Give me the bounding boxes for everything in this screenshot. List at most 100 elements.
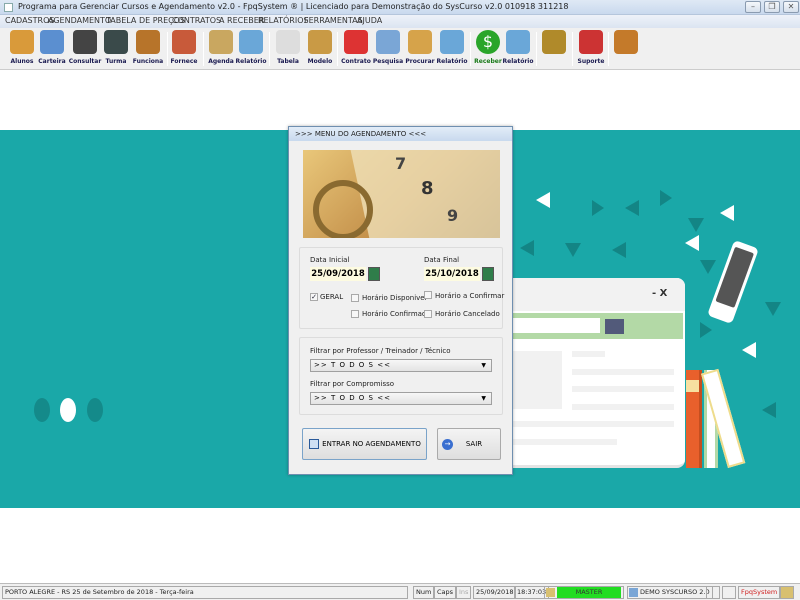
- toolbar-button-relatrio[interactable]: Relatório: [436, 30, 468, 68]
- triangle-shape: [700, 322, 712, 338]
- status-location: PORTO ALEGRE - RS 25 de Setembro de 2018…: [2, 586, 408, 599]
- monitor-icon: [104, 30, 128, 54]
- phone-icon: [707, 239, 759, 325]
- triangle-shape: [592, 200, 604, 216]
- geral-label: GERAL: [320, 293, 344, 301]
- data-inicial-input[interactable]: 25/09/2018: [310, 267, 366, 281]
- horario-disponivel-checkbox[interactable]: [351, 294, 359, 302]
- window-icon: [309, 439, 319, 449]
- data-final-label: Data Final: [424, 256, 460, 264]
- title-bar: Programa para Gerenciar Cursos e Agendam…: [0, 0, 800, 15]
- status-brand: FpqSystem: [738, 586, 781, 599]
- triangle-shape: [520, 240, 534, 256]
- toolbar-button-funciona[interactable]: Funciona: [132, 30, 164, 68]
- date-filter-group: Data Inicial 25/09/2018 Data Final 25/10…: [299, 247, 505, 329]
- toolbar-button-modelo[interactable]: Modelo: [304, 30, 336, 68]
- data-final-input[interactable]: 25/10/2018: [424, 267, 480, 281]
- status-company-name: DEMO SYSCURSO 2.0: [640, 588, 710, 596]
- triangle-shape: [660, 190, 672, 206]
- triangle-shape: [720, 205, 734, 221]
- status-num: Num: [413, 586, 435, 599]
- horario-cancelado-checkbox[interactable]: [424, 310, 432, 318]
- triangle-shape: [742, 342, 756, 358]
- toolbar-button-relatrio[interactable]: Relatório: [235, 30, 267, 68]
- computer-icon[interactable]: [722, 586, 736, 599]
- printer-icon[interactable]: [706, 586, 720, 599]
- menu-bar: CADASTROS AGENDAMENTO TABELA DE PREÇOS C…: [0, 15, 800, 28]
- toolbar-button-exit-door[interactable]: [610, 30, 642, 68]
- user-icon: [780, 586, 794, 599]
- dot-icon: [60, 398, 76, 422]
- minimize-button[interactable]: –: [745, 1, 761, 13]
- status-date: 25/09/2018: [473, 586, 517, 599]
- triangle-shape: [700, 260, 716, 274]
- status-bar: PORTO ALEGRE - RS 25 de Setembro de 2018…: [0, 583, 800, 600]
- file-box-icon: [408, 30, 432, 54]
- id-card-icon: [40, 30, 64, 54]
- triangle-shape: [536, 192, 550, 208]
- toolbar: Alunos Carteira Consultar Turma Funciona Forn…: [0, 28, 800, 70]
- status-caps: Caps: [434, 586, 457, 599]
- status-user: MASTER: [544, 586, 624, 599]
- triangle-shape: [625, 200, 639, 216]
- restore-button[interactable]: ❐: [764, 1, 780, 13]
- calendar-photo: 7 8 9: [303, 150, 500, 238]
- professor-select[interactable]: >> T O D O S << ▼: [310, 359, 492, 372]
- triangle-shape: [762, 402, 776, 418]
- horario-a-confirmar-checkbox[interactable]: [424, 291, 432, 299]
- status-company: DEMO SYSCURSO 2.0: [627, 586, 713, 599]
- calendar-icon[interactable]: [482, 267, 494, 281]
- filter-professor-label: Filtrar por Professor / Treinador / Técn…: [310, 347, 451, 355]
- calendar-icon[interactable]: [368, 267, 380, 281]
- support-icon: [579, 30, 603, 54]
- toolbar-button-suporte[interactable]: Suporte: [575, 30, 607, 68]
- status-user-name: MASTER: [557, 587, 621, 598]
- coins-icon: [542, 30, 566, 54]
- triangle-shape: [612, 242, 626, 258]
- illustration-window: - X: [512, 278, 685, 468]
- close-button[interactable]: ✕: [783, 1, 799, 13]
- book-icon: [686, 370, 702, 468]
- dot-icon: [87, 398, 103, 422]
- sair-label: SAIR: [465, 440, 483, 448]
- menu-relatorios[interactable]: RELATÓRIOS: [258, 16, 309, 25]
- user-icon: [546, 588, 555, 597]
- students-icon: [10, 30, 34, 54]
- filter-group: Filtrar por Professor / Treinador / Técn…: [299, 337, 503, 415]
- filter-compromisso-label: Filtrar por Compromisso: [310, 380, 395, 388]
- compromisso-select-value: >> T O D O S <<: [314, 394, 391, 402]
- horario-a-confirmar-label: Horário a Confirmar: [435, 292, 505, 300]
- menu-ferramentas[interactable]: FERRAMENTAS: [304, 16, 363, 25]
- professor-select-value: >> T O D O S <<: [314, 361, 391, 369]
- triangle-shape: [688, 218, 704, 232]
- triangle-shape: [765, 302, 781, 316]
- horario-confirmado-checkbox[interactable]: [351, 310, 359, 318]
- toolbar-button-fornece[interactable]: Fornece: [168, 30, 200, 68]
- illustration-controls: - X: [652, 288, 668, 299]
- printer-icon: [239, 30, 263, 54]
- horario-disponivel-label: Horário Disponivel: [362, 294, 427, 302]
- menu-ajuda[interactable]: AJUDA: [357, 16, 382, 25]
- printer-icon: [440, 30, 464, 54]
- compromisso-select[interactable]: >> T O D O S << ▼: [310, 392, 492, 405]
- sair-button[interactable]: → SAIR: [437, 428, 501, 460]
- toolbar-button-label: Suporte: [577, 58, 605, 65]
- document-icon: [276, 30, 300, 54]
- chevron-down-icon: ▼: [481, 395, 487, 402]
- menu-agendamento[interactable]: AGENDAMENTO: [48, 16, 111, 25]
- triangle-shape: [565, 243, 581, 257]
- geral-checkbox[interactable]: ✓: [310, 293, 318, 301]
- menu-contratos[interactable]: CONTRATOS: [172, 16, 221, 25]
- supplier-icon: [172, 30, 196, 54]
- employees-icon: [136, 30, 160, 54]
- arrow-right-icon: →: [442, 439, 453, 450]
- entrar-agendamento-button[interactable]: ENTRAR NO AGENDAMENTO: [302, 428, 427, 460]
- horario-confirmado-label: Horário Confirmado: [362, 310, 431, 318]
- toolbar-button-coins[interactable]: [538, 30, 570, 68]
- dot-icon: [34, 398, 50, 422]
- id-lookup-icon: [73, 30, 97, 54]
- printer-icon: [506, 30, 530, 54]
- toolbar-button-relatrio[interactable]: Relatório: [502, 30, 534, 68]
- search-docs-icon: [376, 30, 400, 54]
- app-icon: [4, 3, 13, 12]
